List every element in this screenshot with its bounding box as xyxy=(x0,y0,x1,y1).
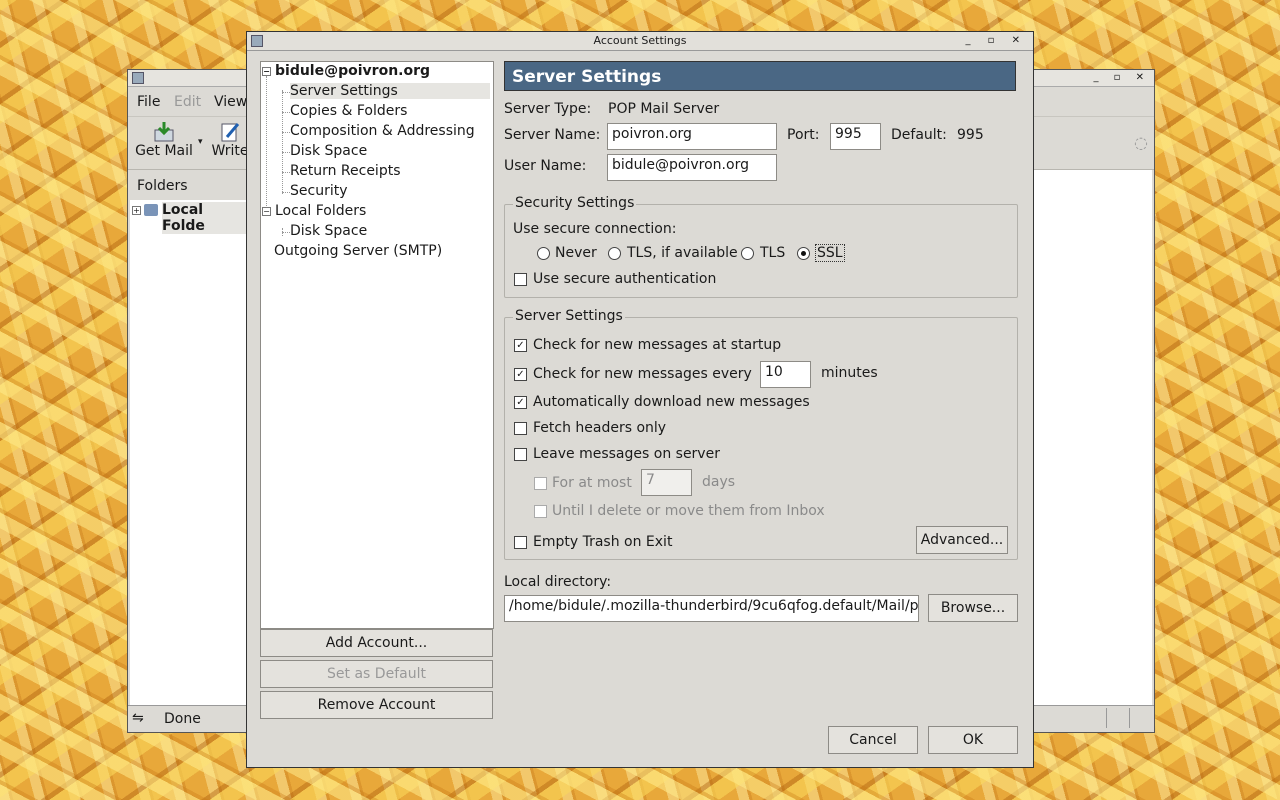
radio-tls-label[interactable]: TLS xyxy=(760,245,785,261)
port-input[interactable]: 995 xyxy=(830,123,881,150)
auto-download-checkbox[interactable]: ✓ xyxy=(514,396,527,409)
check-every-label[interactable]: Check for new messages every xyxy=(533,366,752,382)
minutes-label: minutes xyxy=(821,365,878,381)
folder-pane: + Local Folde xyxy=(130,200,246,706)
dialog-app-icon xyxy=(251,35,263,47)
account-settings-dialog: Account Settings _ ▫ ✕ − bidule@poivron.o… xyxy=(246,31,1034,768)
set-default-button[interactable]: Set as Default xyxy=(260,660,493,688)
tree-local-folders-label: Local Folders xyxy=(275,203,367,219)
user-name-input[interactable]: bidule@poivron.org xyxy=(607,154,777,181)
status-panel xyxy=(1106,708,1130,728)
browse-button[interactable]: Browse... xyxy=(928,594,1018,622)
message-pane-edge xyxy=(1034,170,1152,706)
until-delete-label[interactable]: Until I delete or move them from Inbox xyxy=(552,503,825,519)
tree-return-receipts[interactable]: Return Receipts xyxy=(290,163,401,179)
empty-trash-label[interactable]: Empty Trash on Exit xyxy=(533,534,672,550)
fetch-headers-checkbox[interactable] xyxy=(514,422,527,435)
remove-account-button[interactable]: Remove Account xyxy=(260,691,493,719)
folder-expander-icon[interactable]: + xyxy=(132,206,141,215)
radio-tls-if-available-label[interactable]: TLS, if available xyxy=(627,245,738,261)
use-secure-label: Use secure connection: xyxy=(513,221,677,237)
tree-local-disk-space[interactable]: Disk Space xyxy=(290,223,367,239)
days-label: days xyxy=(702,474,736,490)
window-controls[interactable]: _ ▫ ✕ xyxy=(1093,72,1150,83)
account-tree: − bidule@poivron.org Server Settings Copi… xyxy=(260,61,494,629)
local-directory-label: Local directory: xyxy=(504,574,612,590)
collapse-icon[interactable]: − xyxy=(262,206,271,216)
menu-file[interactable]: File xyxy=(137,94,160,110)
dialog-titlebar[interactable]: Account Settings _ ▫ ✕ xyxy=(247,32,1033,51)
auto-download-label[interactable]: Automatically download new messages xyxy=(533,394,810,410)
folder-local[interactable]: Local Folde xyxy=(162,202,246,234)
server-name-label: Server Name: xyxy=(504,127,601,143)
folders-header: Folders xyxy=(137,178,188,194)
secure-auth-label[interactable]: Use secure authentication xyxy=(533,271,716,287)
get-mail-label: Get Mail xyxy=(135,143,193,159)
get-mail-icon xyxy=(154,122,174,142)
get-mail-dropdown-icon[interactable]: ▾ xyxy=(198,137,203,147)
collapse-icon[interactable]: − xyxy=(262,66,271,76)
for-at-most-label[interactable]: For at most xyxy=(552,475,632,491)
default-port-value: 995 xyxy=(957,127,984,143)
empty-trash-checkbox[interactable] xyxy=(514,536,527,549)
radio-tls[interactable] xyxy=(741,247,754,260)
tree-disk-space[interactable]: Disk Space xyxy=(290,143,367,159)
check-interval-input[interactable]: 10 xyxy=(760,361,811,388)
radio-never-label[interactable]: Never xyxy=(555,245,597,261)
menu-view[interactable]: View xyxy=(214,94,247,110)
local-folders-icon xyxy=(144,204,158,216)
tree-copies-folders[interactable]: Copies & Folders xyxy=(290,103,407,119)
throbber-icon: ◌ xyxy=(1134,133,1148,152)
dialog-window-controls[interactable]: _ ▫ ✕ xyxy=(965,32,1027,50)
write-label: Write xyxy=(211,143,249,159)
days-input[interactable]: 7 xyxy=(641,469,692,496)
radio-tls-if-available[interactable] xyxy=(608,247,621,260)
write-button[interactable]: Write xyxy=(210,121,250,159)
check-every-checkbox[interactable]: ✓ xyxy=(514,368,527,381)
port-label: Port: xyxy=(787,127,820,143)
menu-edit[interactable]: Edit xyxy=(174,94,201,110)
add-account-button[interactable]: Add Account... xyxy=(260,629,493,657)
write-icon xyxy=(221,123,240,142)
panel-header: Server Settings xyxy=(504,61,1016,91)
status-text: Done xyxy=(164,711,201,727)
get-mail-button[interactable]: Get Mail xyxy=(134,121,194,159)
until-delete-checkbox[interactable] xyxy=(534,505,547,518)
leave-messages-label[interactable]: Leave messages on server xyxy=(533,446,720,462)
advanced-button[interactable]: Advanced... xyxy=(916,526,1008,554)
server-type-label: Server Type: xyxy=(504,101,592,117)
tree-composition[interactable]: Composition & Addressing xyxy=(290,123,475,139)
ok-button[interactable]: OK xyxy=(928,726,1018,754)
radio-never[interactable] xyxy=(537,247,550,260)
check-startup-label[interactable]: Check for new messages at startup xyxy=(533,337,781,353)
radio-ssl-label[interactable]: SSL xyxy=(815,244,845,262)
radio-ssl[interactable] xyxy=(797,247,810,260)
default-label: Default: xyxy=(891,127,947,143)
server-settings-title: Server Settings xyxy=(513,308,625,324)
tree-server-settings[interactable]: Server Settings xyxy=(290,83,490,99)
server-type-value: POP Mail Server xyxy=(608,101,720,117)
secure-auth-checkbox[interactable] xyxy=(514,273,527,286)
server-name-input[interactable]: poivron.org xyxy=(607,123,777,150)
fetch-headers-label[interactable]: Fetch headers only xyxy=(533,420,666,436)
dialog-title: Account Settings xyxy=(593,34,687,47)
security-settings-title: Security Settings xyxy=(513,195,637,211)
tree-account-label: bidule@poivron.org xyxy=(275,63,431,79)
offline-icon[interactable]: ⇋ xyxy=(132,710,144,726)
cancel-button[interactable]: Cancel xyxy=(828,726,918,754)
user-name-label: User Name: xyxy=(504,158,587,174)
app-icon xyxy=(132,72,144,84)
for-at-most-checkbox[interactable] xyxy=(534,477,547,490)
tree-account[interactable]: − bidule@poivron.org xyxy=(262,63,430,79)
server-settings-group xyxy=(504,317,1018,560)
tree-security[interactable]: Security xyxy=(290,183,348,199)
tree-local-folders[interactable]: − Local Folders xyxy=(262,203,366,219)
check-startup-checkbox[interactable]: ✓ xyxy=(514,339,527,352)
local-directory-input[interactable]: /home/bidule/.mozilla-thunderbird/9cu6qf… xyxy=(504,595,919,622)
tree-smtp[interactable]: Outgoing Server (SMTP) xyxy=(274,243,442,259)
leave-messages-checkbox[interactable] xyxy=(514,448,527,461)
